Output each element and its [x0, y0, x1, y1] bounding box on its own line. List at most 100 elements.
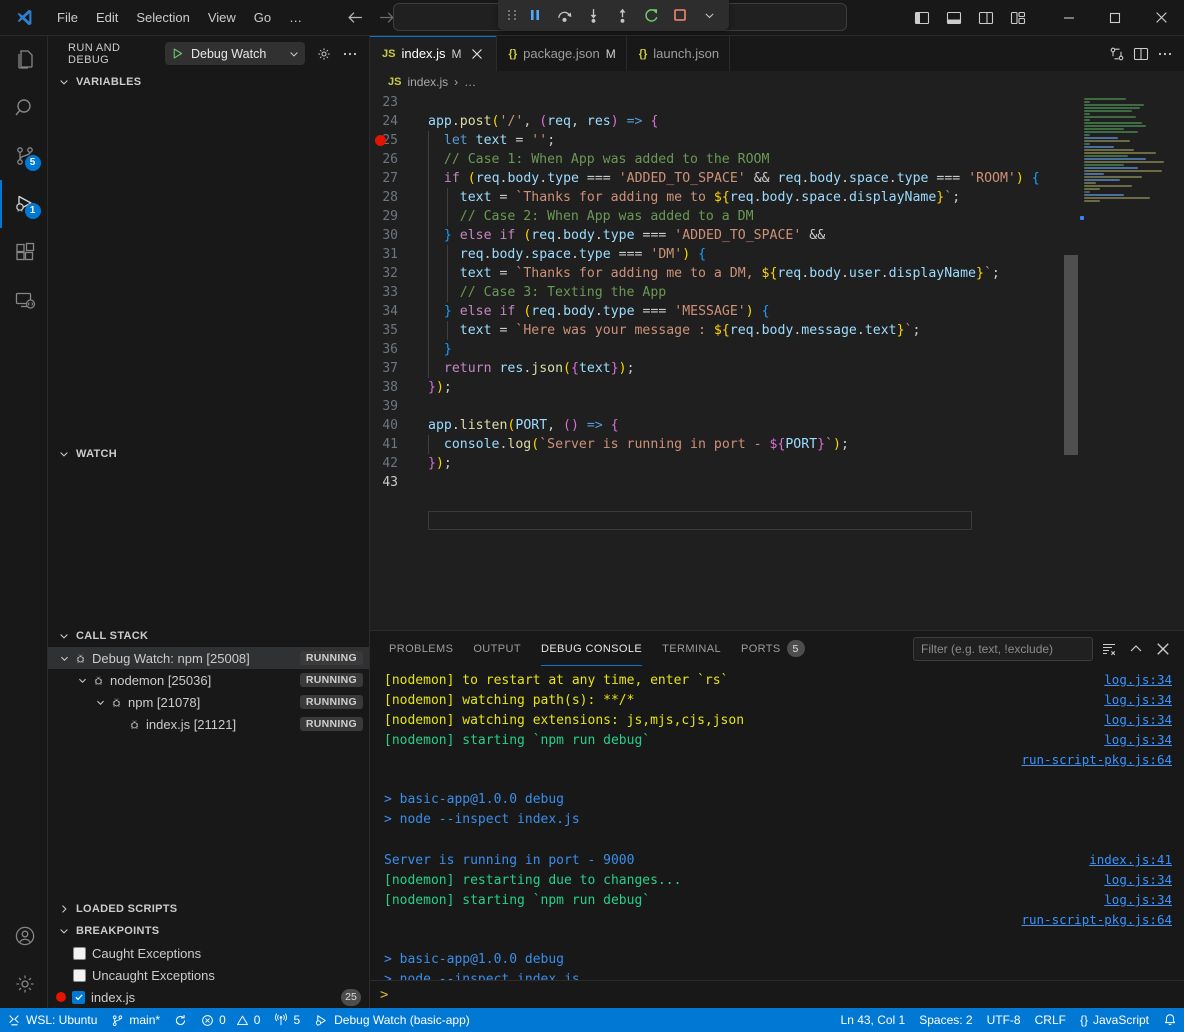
tab-debug-console[interactable]: DEBUG CONSOLE — [532, 631, 651, 666]
code-lines[interactable]: 2324app.post('/', (req, res) => {25 let … — [370, 93, 1078, 630]
restart-icon[interactable] — [638, 3, 664, 27]
chevron-down-icon[interactable] — [92, 697, 108, 708]
activity-item-explorer[interactable] — [0, 36, 48, 84]
status-branch[interactable]: main* — [104, 1008, 167, 1032]
status-debug-session[interactable]: Debug Watch (basic-app) — [307, 1008, 477, 1032]
tab-problems[interactable]: PROBLEMS — [380, 631, 462, 666]
step-out-icon[interactable] — [609, 3, 635, 27]
section-header-call-stack[interactable]: CALL STACK — [48, 625, 369, 647]
more-actions-icon[interactable] — [339, 43, 361, 65]
section-header-variables[interactable]: VARIABLES — [48, 71, 369, 93]
console-source-link[interactable]: log.js:34 — [1104, 890, 1172, 910]
activity-item-manage[interactable] — [0, 960, 48, 1008]
more-actions-icon[interactable] — [1154, 43, 1176, 65]
call-stack-row-1[interactable]: nodemon [25036] RUNNING — [48, 669, 369, 691]
tab-index-js[interactable]: JS index.js M — [370, 36, 497, 71]
console-source-link[interactable]: run-script-pkg.js:64 — [1021, 910, 1172, 930]
breakpoint-checkbox[interactable] — [73, 947, 86, 960]
status-notifications[interactable] — [1156, 1008, 1184, 1032]
step-into-icon[interactable] — [580, 3, 606, 27]
status-language-mode[interactable]: {} JavaScript — [1073, 1008, 1156, 1032]
stop-icon[interactable] — [667, 3, 693, 27]
call-stack-row-0[interactable]: Debug Watch: npm [25008] RUNNING — [48, 647, 369, 669]
maximize-window-icon[interactable] — [1092, 0, 1138, 36]
console-filter-input[interactable]: Filter (e.g. text, !exclude) — [913, 637, 1093, 661]
tab-ports[interactable]: PORTS 5 — [732, 631, 814, 666]
debug-toolbar-drag-handle[interactable] — [505, 4, 519, 26]
status-indentation[interactable]: Spaces: 2 — [912, 1008, 979, 1032]
menu-view[interactable]: View — [199, 7, 245, 28]
menu-go[interactable]: Go — [245, 7, 280, 28]
status-sync[interactable] — [167, 1008, 194, 1032]
menu-edit[interactable]: Edit — [87, 7, 127, 28]
toggle-secondary-sidebar-icon[interactable] — [972, 5, 1000, 31]
go-back-icon[interactable] — [347, 9, 364, 26]
toggle-panel-icon[interactable] — [940, 5, 968, 31]
console-source-link[interactable]: log.js:34 — [1104, 690, 1172, 710]
breakpoint-checkbox[interactable] — [72, 991, 85, 1004]
close-window-icon[interactable] — [1138, 0, 1184, 36]
activity-item-extensions[interactable] — [0, 228, 48, 276]
section-header-breakpoints[interactable]: BREAKPOINTS — [48, 920, 369, 942]
minimize-window-icon[interactable] — [1046, 0, 1092, 36]
menu-more[interactable]: … — [280, 7, 311, 28]
console-source-link[interactable]: log.js:34 — [1104, 710, 1172, 730]
editor-scrollbar[interactable] — [1064, 93, 1078, 630]
chevron-down-icon[interactable] — [696, 3, 722, 27]
step-over-icon[interactable] — [551, 3, 577, 27]
tab-package-json[interactable]: {} package.json M — [497, 36, 627, 71]
start-debug-icon[interactable] — [171, 47, 184, 60]
breakpoint-row-caught-exceptions[interactable]: Caught Exceptions — [48, 942, 369, 964]
compare-changes-icon[interactable] — [1106, 43, 1128, 65]
close-icon[interactable] — [468, 45, 486, 63]
status-eol[interactable]: CRLF — [1028, 1008, 1073, 1032]
console-source-link[interactable]: log.js:34 — [1104, 730, 1172, 750]
activity-item-accounts[interactable] — [0, 912, 48, 960]
maximize-panel-icon[interactable] — [1125, 638, 1147, 660]
tab-terminal[interactable]: TERMINAL — [653, 631, 730, 666]
activity-item-remote-explorer[interactable] — [0, 276, 48, 324]
breadcrumb-file[interactable]: index.js — [407, 75, 448, 89]
code-editor[interactable]: 2324app.post('/', (req, res) => {25 let … — [370, 93, 1184, 630]
activity-item-source-control[interactable]: 5 — [0, 132, 48, 180]
chevron-down-icon[interactable] — [288, 48, 300, 60]
tab-output[interactable]: OUTPUT — [464, 631, 530, 666]
prompt-caret-icon: > — [380, 987, 388, 1003]
customize-layout-icon[interactable] — [1004, 5, 1032, 31]
editor-minimap[interactable] — [1078, 93, 1184, 630]
gear-icon[interactable] — [313, 43, 335, 65]
call-stack-row-2[interactable]: npm [21078] RUNNING — [48, 691, 369, 713]
breakpoint-row-uncaught-exceptions[interactable]: Uncaught Exceptions — [48, 964, 369, 986]
status-cursor-position[interactable]: Ln 43, Col 1 — [834, 1008, 913, 1032]
section-header-watch[interactable]: WATCH — [48, 443, 369, 465]
status-problems[interactable]: 0 0 — [194, 1008, 267, 1032]
status-ports[interactable]: 5 — [267, 1008, 307, 1032]
console-source-link[interactable]: run-script-pkg.js:64 — [1021, 750, 1172, 770]
menu-selection[interactable]: Selection — [127, 7, 198, 28]
chevron-down-icon[interactable] — [74, 675, 90, 686]
section-header-loaded-scripts[interactable]: LOADED SCRIPTS — [48, 898, 369, 920]
console-source-link[interactable]: log.js:34 — [1104, 870, 1172, 890]
split-editor-right-icon[interactable] — [1130, 43, 1152, 65]
call-stack-row-3[interactable]: index.js [21121] RUNNING — [48, 713, 369, 735]
status-remote-host[interactable]: WSL: Ubuntu — [0, 1008, 104, 1032]
clear-console-icon[interactable] — [1098, 638, 1120, 660]
pause-icon[interactable] — [522, 3, 548, 27]
launch-configuration-picker[interactable]: Debug Watch — [165, 42, 305, 65]
console-source-link[interactable]: index.js:41 — [1089, 850, 1172, 870]
chevron-down-icon[interactable] — [56, 653, 72, 664]
close-panel-icon[interactable] — [1152, 638, 1174, 660]
activity-item-search[interactable] — [0, 84, 48, 132]
debug-console-input[interactable]: > — [370, 980, 1184, 1008]
breakpoint-row-index-js[interactable]: index.js 25 — [48, 986, 369, 1008]
status-encoding[interactable]: UTF-8 — [980, 1008, 1028, 1032]
activity-item-run-and-debug[interactable]: 1 — [0, 180, 48, 228]
menu-file[interactable]: File — [48, 7, 87, 28]
breadcrumb-symbol[interactable]: … — [464, 75, 476, 89]
toggle-primary-sidebar-icon[interactable] — [908, 5, 936, 31]
console-source-link[interactable]: log.js:34 — [1104, 670, 1172, 690]
tab-launch-json[interactable]: {} launch.json — [627, 36, 730, 71]
breakpoint-checkbox[interactable] — [73, 969, 86, 982]
debug-console-output[interactable]: [nodemon] to restart at any time, enter … — [370, 666, 1184, 980]
editor-scrollbar-thumb[interactable] — [1064, 255, 1078, 455]
